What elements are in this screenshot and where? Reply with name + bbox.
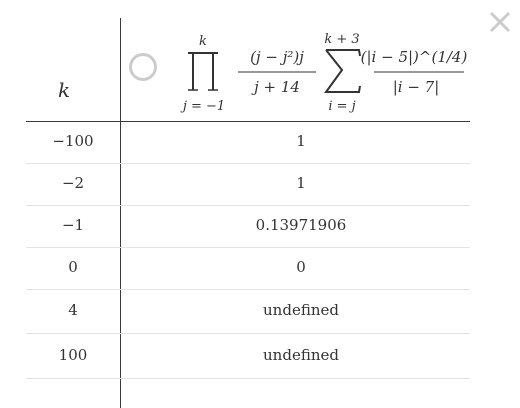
row-divider — [26, 333, 470, 334]
row-value: undefined — [263, 346, 339, 364]
row-k: −100 — [52, 132, 94, 150]
row-value: 0.13971906 — [255, 216, 347, 234]
row-k: −1 — [61, 216, 85, 234]
close-icon[interactable] — [486, 8, 514, 36]
row-k: −2 — [61, 174, 85, 192]
row-value: undefined — [263, 301, 339, 319]
row-divider — [26, 247, 470, 248]
frac1-denominator: j + 14 — [251, 78, 300, 96]
radio-button-icon[interactable] — [129, 53, 157, 81]
product-symbol-icon — [188, 52, 218, 91]
formula-header[interactable]: k j = −1 (j − j²)j j + 14 k + 3 i = j (|… — [176, 26, 476, 118]
row-k: 0 — [68, 258, 78, 276]
prod-lower: j = −1 — [180, 99, 225, 114]
sigma-icon — [324, 49, 361, 93]
row-k: 4 — [68, 301, 78, 319]
row-k: 100 — [58, 346, 88, 364]
row-divider — [26, 205, 470, 206]
row-value: 0 — [296, 258, 306, 276]
row-divider — [26, 378, 470, 379]
frac2-denominator: |i − 7| — [393, 78, 440, 96]
row-divider — [26, 163, 470, 164]
sum-upper: k + 3 — [324, 32, 359, 47]
sum-lower: i = j — [328, 99, 355, 114]
prod-upper: k — [199, 34, 207, 49]
header-divider — [26, 121, 470, 122]
row-value: 1 — [296, 174, 306, 192]
row-divider — [26, 289, 470, 290]
frac2-numerator: (|i − 5|)^(1/4) — [361, 48, 468, 66]
frac1-numerator: (j − j²)j — [250, 48, 304, 66]
variable-header: k — [58, 78, 71, 102]
row-value: 1 — [296, 132, 306, 150]
